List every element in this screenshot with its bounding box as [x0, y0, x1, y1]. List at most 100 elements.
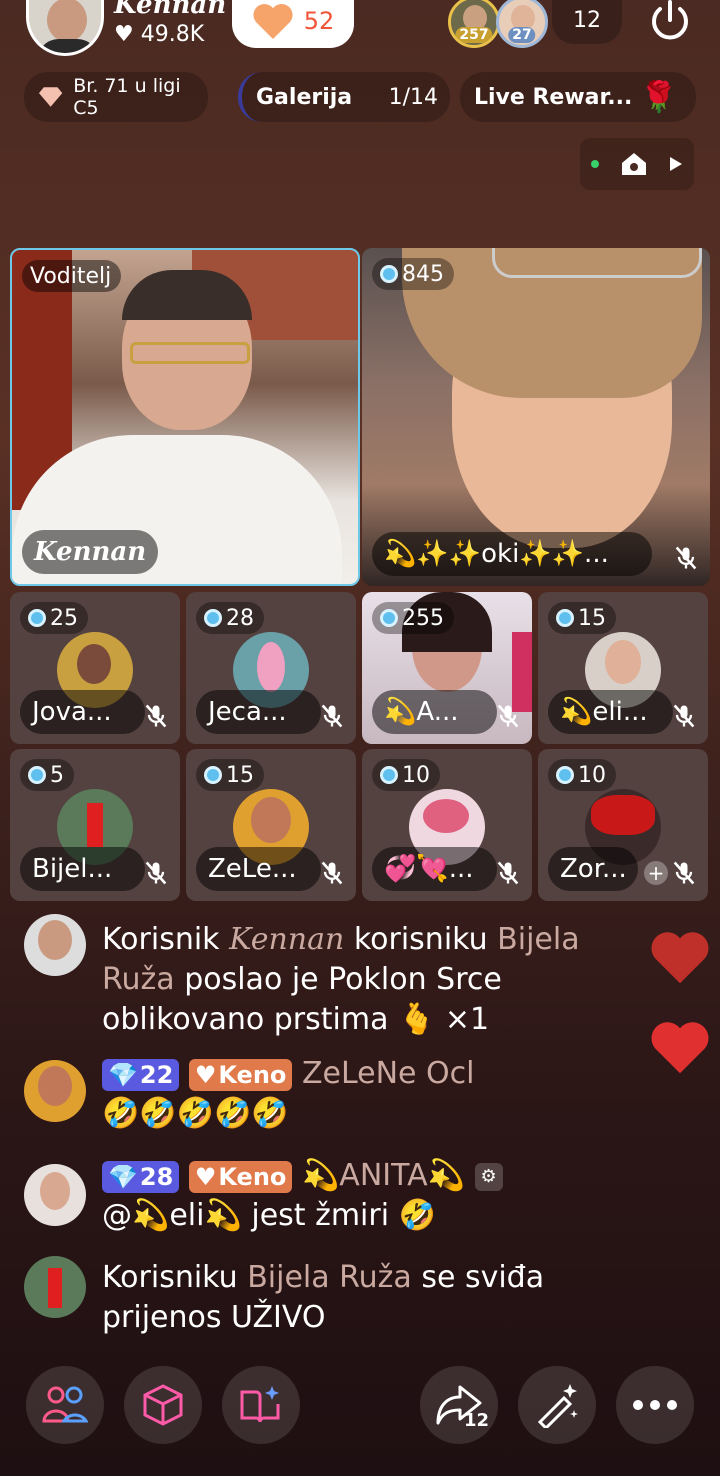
rose-icon: 🌹: [640, 79, 678, 115]
seat-score-value: 28: [226, 605, 254, 631]
seat-score: 28: [196, 602, 264, 634]
live-rewards-label: Live Rewar...: [474, 84, 633, 110]
chat-text: @💫eli💫 jest žmiri 🤣: [102, 1198, 436, 1233]
mic-muted-icon: [145, 861, 167, 885]
chat-avatar[interactable]: [24, 1256, 86, 1318]
share-button[interactable]: 12: [420, 1366, 498, 1444]
guests-button[interactable]: [26, 1366, 104, 1444]
chat-username[interactable]: Bijela Ruža: [247, 1260, 412, 1295]
seat-score: 10: [548, 759, 616, 791]
top-viewer-avatar[interactable]: 257: [448, 0, 500, 48]
seat-name: 💞💘...: [372, 847, 497, 891]
seat-name: ZeLe...: [196, 847, 321, 891]
diamond-icon: [38, 87, 63, 107]
seat-score: 15: [196, 759, 264, 791]
host-tile-name: Kennan: [22, 530, 159, 574]
chat-avatar[interactable]: [24, 914, 86, 976]
more-dots-icon: [633, 1400, 677, 1410]
guest-seat-tile[interactable]: 15 ZeLe...: [186, 749, 356, 901]
live-rewards-button[interactable]: Live Rewar... 🌹: [460, 72, 696, 122]
seat-score-value: 15: [578, 605, 606, 631]
mic-muted-icon: [497, 861, 519, 885]
seat-score: 25: [20, 602, 88, 634]
chat-avatar[interactable]: [24, 1164, 86, 1226]
mic-muted-icon: [673, 704, 695, 728]
floating-heart-icon: [651, 932, 709, 984]
host-avatar[interactable]: [26, 0, 104, 56]
moderator-icon: ⚙: [474, 1162, 503, 1191]
seat-score: 15: [548, 602, 616, 634]
guest-score: 845: [372, 258, 454, 290]
screen-share-button[interactable]: [580, 138, 694, 190]
coin-icon: [204, 766, 222, 784]
like-count: 52: [303, 7, 335, 35]
heart-icon: [253, 4, 293, 39]
viewer-count[interactable]: 12: [552, 0, 622, 44]
effects-button[interactable]: [124, 1366, 202, 1444]
guest-score-value: 845: [402, 261, 444, 287]
guest-seat-tile[interactable]: 15 💫eli...: [538, 592, 708, 744]
gallery-label: Galerija: [256, 84, 353, 110]
more-button[interactable]: [616, 1366, 694, 1444]
league-rank-label: Br. 71 u ligi C5: [73, 75, 181, 119]
level-value: 28: [139, 1162, 174, 1191]
cube-icon: [143, 1384, 183, 1426]
mic-muted-icon: [145, 704, 167, 728]
guide-button[interactable]: [222, 1366, 300, 1444]
chat-username[interactable]: 💫ANITA💫: [302, 1158, 465, 1193]
level-badge: 💎 28: [102, 1160, 180, 1193]
mic-muted-icon: [321, 704, 343, 728]
coin-icon: [380, 766, 398, 784]
mic-muted-icon: [321, 861, 343, 885]
chat-username[interactable]: ZeLeNe Ocl: [302, 1056, 475, 1091]
seat-score-value: 25: [50, 605, 78, 631]
coin-icon: [556, 766, 574, 784]
guest-seat-tile[interactable]: 10 💞💘...: [362, 749, 532, 901]
exit-button[interactable]: [640, 0, 700, 46]
chat-text: Korisnik: [102, 922, 230, 957]
coin-icon: [380, 609, 398, 627]
guest-seat-tile[interactable]: 255 💫A...: [362, 592, 532, 744]
like-button[interactable]: 52: [232, 0, 354, 48]
play-icon: [670, 157, 683, 171]
guest-seat-tile[interactable]: 10 Zor... +: [538, 749, 708, 901]
gallery-page: 1/14: [388, 84, 438, 110]
chat-username[interactable]: Kennan: [229, 922, 344, 957]
seat-score-value: 5: [50, 762, 64, 788]
coin-icon: [380, 265, 398, 283]
top-viewer-avatar[interactable]: 27: [496, 0, 548, 48]
mic-muted-icon: [675, 546, 697, 570]
top-viewer-badge: 27: [508, 27, 536, 43]
guest-seat-tile[interactable]: 5 Bijel...: [10, 749, 180, 901]
magic-wand-button[interactable]: [518, 1366, 596, 1444]
live-dot-icon: [590, 160, 599, 168]
chat-text: korisniku: [344, 922, 498, 957]
seat-name: 💫A...: [372, 690, 497, 734]
add-icon[interactable]: +: [644, 861, 668, 885]
guest-seat-tile[interactable]: 28 Jeca...: [186, 592, 356, 744]
fan-club-name: Keno: [218, 1060, 287, 1089]
guest-video-tile[interactable]: 845 💫✨✨oki✨✨...: [362, 248, 710, 586]
guest-tile-name: 💫✨✨oki✨✨...: [372, 532, 652, 576]
chat-text: Korisniku: [102, 1260, 248, 1295]
magic-wand-icon: [537, 1384, 578, 1428]
host-name[interactable]: Kennan: [114, 0, 226, 20]
guest-seat-tile[interactable]: 25 Jova...: [10, 592, 180, 744]
mic-muted-icon: [673, 861, 695, 885]
seat-score-value: 255: [402, 605, 444, 631]
seat-score: 255: [372, 602, 454, 634]
host-video-tile[interactable]: Voditelj Kennan: [10, 248, 360, 586]
chat-avatar[interactable]: [24, 1060, 86, 1122]
level-value: 22: [139, 1060, 174, 1089]
chat-text: 🤣🤣🤣🤣🤣: [102, 1096, 289, 1131]
coin-icon: [204, 609, 222, 627]
book-sparkle-icon: [240, 1386, 280, 1423]
host-likes-count: 49.8K: [140, 22, 205, 47]
fan-club-name: Keno: [218, 1162, 287, 1191]
people-icon: [42, 1386, 88, 1423]
power-icon: [652, 0, 688, 40]
gallery-button[interactable]: Galerija 1/14: [238, 72, 450, 122]
coin-icon: [28, 609, 46, 627]
league-rank[interactable]: Br. 71 u ligi C5: [24, 72, 208, 122]
seat-score: 5: [20, 759, 74, 791]
